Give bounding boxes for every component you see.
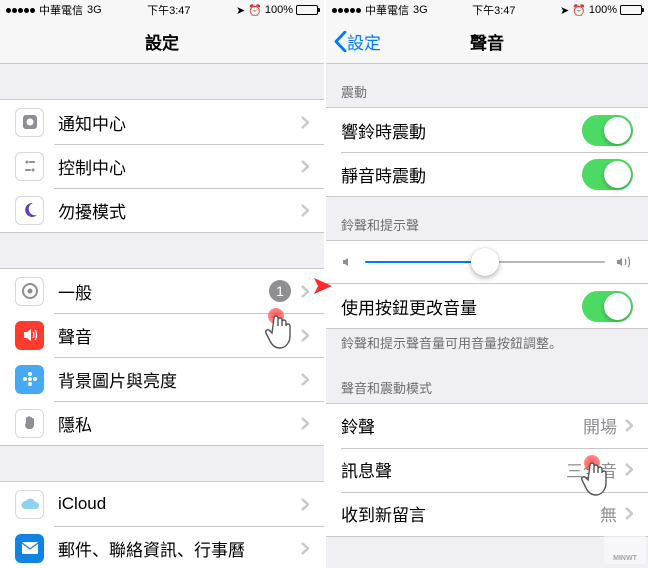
chevron-right-icon	[625, 419, 633, 432]
alarm-icon: ⏰	[572, 4, 586, 17]
row-ringtone[interactable]: 鈴聲 開場	[326, 404, 648, 448]
row-mail-contacts-calendar[interactable]: 郵件、聯絡資訊、行事曆	[0, 526, 324, 568]
battery-pct-label: 100%	[589, 4, 617, 16]
row-icloud[interactable]: iCloud	[0, 482, 324, 526]
gear-icon	[15, 277, 44, 306]
back-label: 設定	[347, 29, 381, 54]
chevron-right-icon	[301, 417, 309, 430]
cell-label: 鈴聲	[341, 413, 583, 438]
toggle-vibrate-on-ring[interactable]	[582, 115, 633, 146]
speaker-high-icon	[615, 255, 633, 269]
nav-bar: 設定 聲音	[326, 20, 648, 64]
battery-icon	[296, 5, 318, 15]
location-icon: ➤	[560, 4, 569, 17]
cell-label: 一般	[58, 279, 269, 304]
speaker-low-icon	[341, 255, 355, 269]
settings-root-screen: 中華電信 3G 下午3:47 ➤ ⏰ 100% 設定 通知中心 控制中心	[0, 0, 324, 568]
chevron-right-icon	[301, 116, 309, 129]
signal-strength-icon	[6, 8, 35, 13]
volume-slider[interactable]	[365, 261, 605, 263]
row-vibrate-on-ring: 響鈴時震動	[326, 108, 648, 152]
section-header-ringer: 鈴聲和提示聲	[326, 197, 648, 240]
nav-bar: 設定	[0, 20, 324, 64]
chevron-right-icon	[301, 204, 309, 217]
network-label: 3G	[87, 4, 102, 16]
location-icon: ➤	[236, 4, 245, 17]
page-title: 設定	[0, 29, 324, 54]
carrier-label: 中華電信	[39, 2, 83, 18]
tap-cursor-overlay	[262, 308, 300, 352]
section-footer-ringer: 鈴聲和提示聲音量可用音量按鈕調整。	[326, 329, 648, 360]
signal-strength-icon	[332, 8, 361, 13]
section-header-vibrate: 震動	[326, 64, 648, 107]
envelope-icon	[15, 534, 44, 563]
row-notification-center[interactable]: 通知中心	[0, 100, 324, 144]
tap-cursor-overlay	[578, 455, 616, 499]
red-arrow-indicator	[312, 273, 338, 299]
cell-label: 收到新留言	[341, 501, 600, 526]
speaker-icon	[15, 321, 44, 350]
row-wallpaper-brightness[interactable]: 背景圖片與亮度	[0, 357, 324, 401]
chevron-right-icon	[625, 463, 633, 476]
status-bar: 中華電信 3G 下午3:47 ➤ ⏰ 100%	[0, 0, 324, 20]
clock-label: 下午3:47	[428, 2, 560, 18]
chevron-right-icon	[301, 329, 309, 342]
flower-icon	[15, 365, 44, 394]
row-privacy[interactable]: 隱私	[0, 401, 324, 445]
cell-label: 勿擾模式	[58, 198, 301, 223]
chevron-right-icon	[301, 160, 309, 173]
watermark: MINWT	[604, 522, 646, 564]
cell-label: 使用按鈕更改音量	[341, 294, 582, 319]
cell-label: 控制中心	[58, 154, 301, 179]
ringer-volume-slider-row	[326, 240, 648, 284]
cell-label: 響鈴時震動	[341, 118, 582, 143]
carrier-label: 中華電信	[365, 2, 409, 18]
alarm-icon: ⏰	[248, 4, 262, 17]
notification-icon	[15, 108, 44, 137]
cell-label: 隱私	[58, 411, 301, 436]
row-vibrate-on-silent: 靜音時震動	[326, 152, 648, 196]
network-label: 3G	[413, 4, 428, 16]
toggle-vibrate-on-silent[interactable]	[582, 159, 633, 190]
cell-label: 訊息聲	[341, 457, 566, 482]
row-general[interactable]: 一般 1	[0, 269, 324, 313]
badge-count: 1	[269, 280, 291, 302]
battery-icon	[620, 5, 642, 15]
chevron-right-icon	[301, 373, 309, 386]
status-bar: 中華電信 3G 下午3:47 ➤ ⏰ 100%	[326, 0, 648, 20]
clock-label: 下午3:47	[102, 2, 236, 18]
cell-label: iCloud	[58, 494, 301, 514]
cell-label: 郵件、聯絡資訊、行事曆	[58, 536, 301, 561]
row-do-not-disturb[interactable]: 勿擾模式	[0, 188, 324, 232]
section-header-sounds-patterns: 聲音和震動模式	[326, 360, 648, 403]
sounds-screen: 中華電信 3G 下午3:47 ➤ ⏰ 100% 設定 聲音 震動 響鈴時震動	[324, 0, 648, 568]
hand-icon	[15, 409, 44, 438]
cell-label: 通知中心	[58, 110, 301, 135]
cell-value: 開場	[583, 413, 617, 438]
toggle-change-with-buttons[interactable]	[582, 291, 633, 322]
chevron-right-icon	[301, 542, 309, 555]
svg-text:MINWT: MINWT	[613, 555, 637, 562]
cell-label: 靜音時震動	[341, 162, 582, 187]
moon-icon	[15, 196, 44, 225]
control-center-icon	[15, 152, 44, 181]
battery-pct-label: 100%	[265, 4, 293, 16]
row-change-with-buttons: 使用按鈕更改音量	[326, 284, 648, 328]
cloud-icon	[15, 490, 44, 519]
chevron-right-icon	[301, 498, 309, 511]
chevron-right-icon	[625, 507, 633, 520]
back-button[interactable]: 設定	[326, 29, 381, 54]
chevron-right-icon	[301, 285, 309, 298]
row-control-center[interactable]: 控制中心	[0, 144, 324, 188]
cell-label: 背景圖片與亮度	[58, 367, 301, 392]
